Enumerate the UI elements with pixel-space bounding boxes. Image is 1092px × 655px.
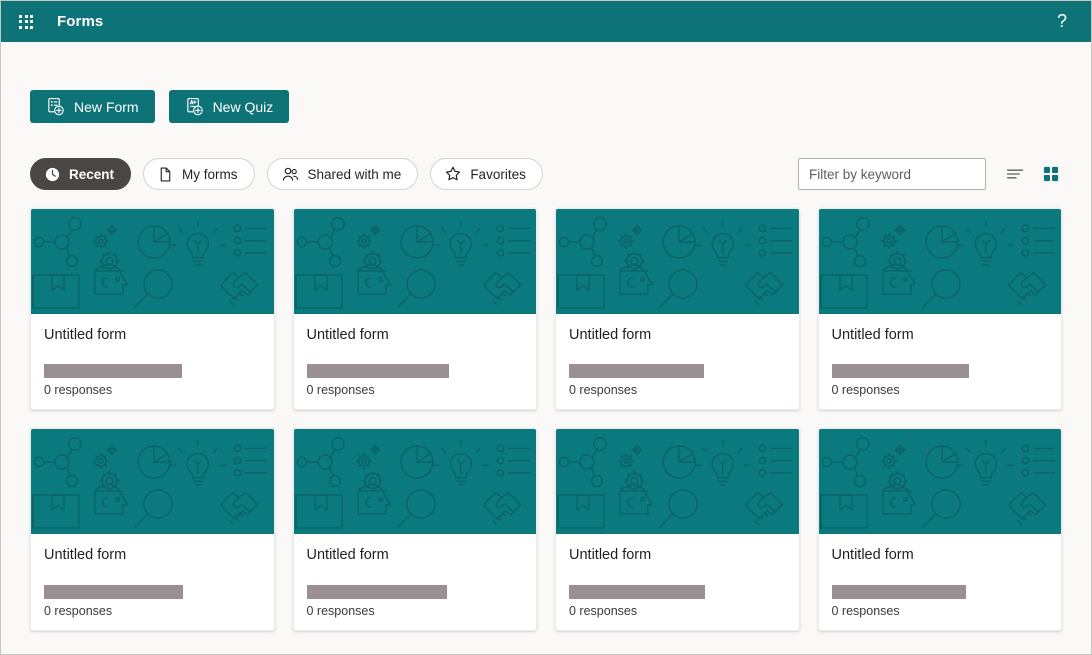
form-add-icon xyxy=(46,97,65,116)
form-card-title: Untitled form xyxy=(44,547,261,564)
form-card[interactable]: Untitled form 0 responses xyxy=(293,208,538,410)
form-thumbnail-artwork xyxy=(556,209,792,314)
clock-icon xyxy=(44,166,61,183)
forms-card-grid: Untitled form 0 responses xyxy=(30,208,1062,631)
form-card-thumbnail xyxy=(294,209,537,314)
redacted-text-bar xyxy=(832,585,966,599)
redacted-text-bar xyxy=(832,364,969,378)
form-card-body: Untitled form 0 responses xyxy=(819,314,1062,409)
form-thumbnail-artwork xyxy=(819,209,1055,314)
form-thumbnail-artwork xyxy=(294,429,530,534)
app-launcher-button[interactable] xyxy=(9,5,43,39)
form-card-thumbnail xyxy=(819,429,1062,534)
redacted-text-bar xyxy=(307,364,449,378)
form-thumbnail-artwork xyxy=(31,209,267,314)
form-card-body: Untitled form 0 responses xyxy=(556,534,799,629)
redacted-text-bar xyxy=(569,364,704,378)
form-thumbnail-artwork xyxy=(819,429,1055,534)
form-card-body: Untitled form 0 responses xyxy=(31,534,274,629)
form-card-body: Untitled form 0 responses xyxy=(819,534,1062,629)
form-card-response-count: 0 responses xyxy=(44,604,261,618)
form-card-title: Untitled form xyxy=(569,327,786,344)
form-card-response-count: 0 responses xyxy=(569,383,786,397)
people-icon xyxy=(281,166,300,183)
form-card[interactable]: Untitled form 0 responses xyxy=(818,208,1063,410)
help-icon[interactable]: ? xyxy=(1047,7,1077,37)
form-card-response-count: 0 responses xyxy=(832,604,1049,618)
form-card-title: Untitled form xyxy=(307,327,524,344)
form-card-thumbnail xyxy=(556,429,799,534)
filter-pill-shared-with-me-label: Shared with me xyxy=(308,167,402,182)
form-card-thumbnail xyxy=(556,209,799,314)
new-quiz-button[interactable]: New Quiz xyxy=(169,90,290,123)
form-card[interactable]: Untitled form 0 responses xyxy=(293,428,538,630)
form-card-response-count: 0 responses xyxy=(44,383,261,397)
filter-pill-recent-label: Recent xyxy=(69,167,114,182)
page-body: New Form New Quiz xyxy=(1,42,1091,654)
form-card-response-count: 0 responses xyxy=(307,383,524,397)
form-card-title: Untitled form xyxy=(44,327,261,344)
content-area: New Form New Quiz xyxy=(1,42,1091,631)
form-card-body: Untitled form 0 responses xyxy=(294,534,537,629)
form-card-body: Untitled form 0 responses xyxy=(31,314,274,409)
filter-pill-shared-with-me[interactable]: Shared with me xyxy=(267,158,419,190)
filter-pill-favorites[interactable]: Favorites xyxy=(430,158,543,190)
form-thumbnail-artwork xyxy=(294,209,530,314)
form-card-body: Untitled form 0 responses xyxy=(556,314,799,409)
form-card-title: Untitled form xyxy=(832,327,1049,344)
list-view-icon[interactable] xyxy=(1004,163,1026,185)
form-card-response-count: 0 responses xyxy=(307,604,524,618)
filter-pill-my-forms-label: My forms xyxy=(182,167,238,182)
search-input[interactable] xyxy=(798,158,986,190)
filter-pill-my-forms[interactable]: My forms xyxy=(143,158,255,190)
document-icon xyxy=(157,166,174,183)
new-quiz-label: New Quiz xyxy=(213,99,274,115)
redacted-text-bar xyxy=(307,585,447,599)
form-card[interactable]: Untitled form 0 responses xyxy=(30,428,275,630)
filter-pill-recent[interactable]: Recent xyxy=(30,158,131,190)
quiz-add-icon xyxy=(185,97,204,116)
form-card-response-count: 0 responses xyxy=(832,383,1049,397)
form-card[interactable]: Untitled form 0 responses xyxy=(555,208,800,410)
form-card-title: Untitled form xyxy=(569,547,786,564)
header-actions: ? xyxy=(1047,7,1077,37)
form-card[interactable]: Untitled form 0 responses xyxy=(30,208,275,410)
form-card-thumbnail xyxy=(294,429,537,534)
filter-bar: Recent My forms xyxy=(30,158,1062,190)
app-header: Forms ? xyxy=(1,1,1091,42)
new-form-button[interactable]: New Form xyxy=(30,90,155,123)
form-card[interactable]: Untitled form 0 responses xyxy=(818,428,1063,630)
form-card-thumbnail xyxy=(31,429,274,534)
form-card-thumbnail xyxy=(819,209,1062,314)
form-card-response-count: 0 responses xyxy=(569,604,786,618)
form-card-title: Untitled form xyxy=(307,547,524,564)
grid-view-icon[interactable] xyxy=(1040,163,1062,185)
app-title: Forms xyxy=(57,13,103,30)
filter-pill-favorites-label: Favorites xyxy=(470,167,526,182)
create-buttons-row: New Form New Quiz xyxy=(30,42,1062,123)
view-toggle-group xyxy=(1004,163,1062,185)
redacted-text-bar xyxy=(44,364,182,378)
form-card-title: Untitled form xyxy=(832,547,1049,564)
waffle-icon xyxy=(19,15,33,29)
form-thumbnail-artwork xyxy=(31,429,267,534)
form-card-thumbnail xyxy=(31,209,274,314)
redacted-text-bar xyxy=(569,585,705,599)
star-icon xyxy=(444,165,462,183)
redacted-text-bar xyxy=(44,585,183,599)
form-card[interactable]: Untitled form 0 responses xyxy=(555,428,800,630)
form-card-body: Untitled form 0 responses xyxy=(294,314,537,409)
new-form-label: New Form xyxy=(74,99,139,115)
form-thumbnail-artwork xyxy=(556,429,792,534)
